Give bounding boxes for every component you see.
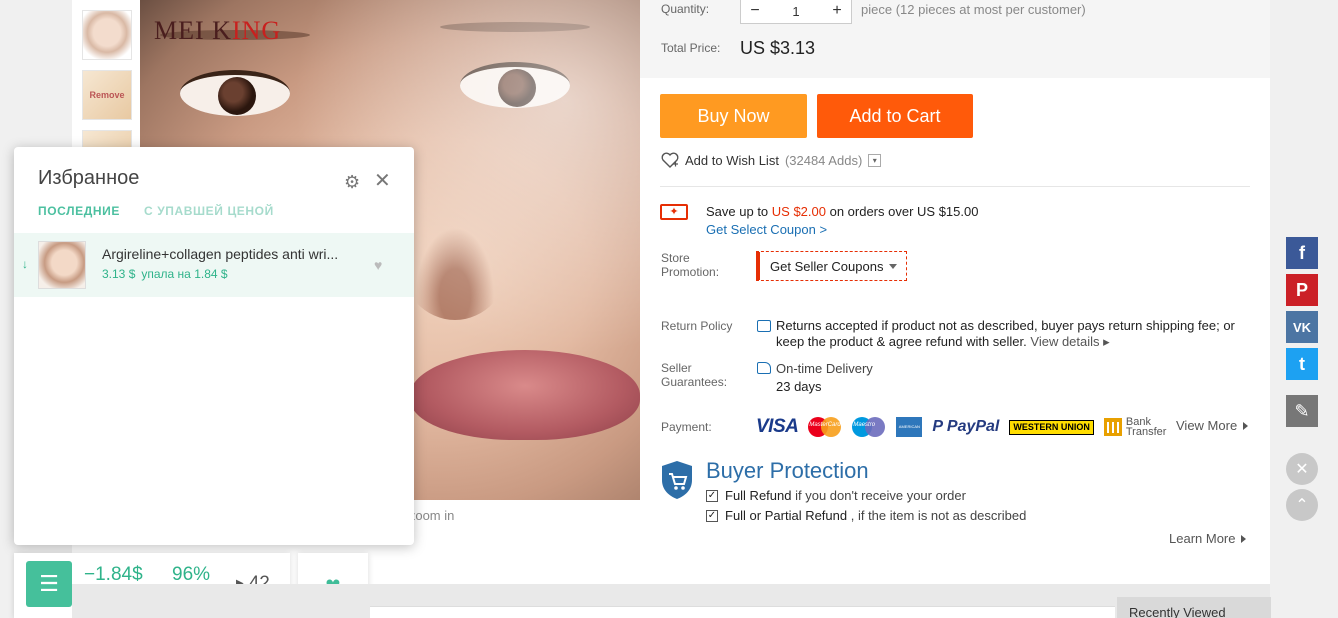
chevron-down-icon[interactable]: ▾	[868, 153, 882, 167]
list-icon: ☰	[26, 561, 72, 607]
shield-icon	[662, 461, 692, 499]
edit-icon[interactable]: ✎	[1286, 395, 1318, 427]
thumbnail-label: Remove	[83, 71, 131, 119]
rating-percent: 96%	[172, 564, 211, 585]
tab-price-drop[interactable]: С УПАВШЕЙ ЦЕНОЙ	[144, 204, 274, 218]
facebook-share-icon[interactable]: f	[1286, 237, 1318, 269]
arrow-down-icon: ↓	[22, 257, 28, 271]
price-change: −1.84$	[84, 564, 143, 585]
close-icon[interactable]: ✕	[1286, 453, 1318, 485]
checkmark-icon: ✓	[706, 489, 718, 502]
checkmark-icon: ✓	[706, 509, 718, 522]
wishlist-link[interactable]: Add to Wish List (32484 Adds) ▾	[661, 152, 882, 168]
thumbnail-1[interactable]	[82, 10, 132, 60]
buy-now-button[interactable]: Buy Now	[660, 94, 807, 138]
caret-down-icon	[889, 263, 898, 269]
buyer-protection-item: ✓ Full Refund if you don't receive your …	[706, 488, 966, 503]
quantity-input[interactable]: 1	[769, 4, 823, 19]
buyer-protection-item: ✓ Full or Partial Refund , if the item i…	[706, 508, 1027, 523]
brand-logo: MEI KING	[154, 16, 282, 45]
visa-logo: VISA	[756, 416, 799, 437]
quantity-note: piece (12 pieces at most per customer)	[861, 2, 1086, 17]
detail-tabs-bar	[370, 606, 1115, 618]
mastercard-logo: MasterCard	[808, 416, 842, 438]
return-policy-label: Return Policy	[661, 319, 733, 333]
return-policy-text: Returns accepted if product not as descr…	[776, 318, 1235, 349]
pinterest-share-icon[interactable]: P	[1286, 274, 1318, 306]
payment-methods: VISA MasterCard Maestro AMERICAN EXPRESS…	[756, 414, 1168, 449]
divider	[660, 186, 1250, 187]
quantity-increase-button[interactable]: +	[823, 2, 851, 20]
caret-right-icon	[1243, 421, 1249, 430]
buyer-protection-title: Buyer Protection	[706, 458, 869, 483]
favorite-thumbnail	[38, 241, 86, 289]
get-seller-coupons-button[interactable]: Get Seller Coupons	[756, 251, 907, 281]
favorites-panel: Избранное ⚙ ✕ ПОСЛЕДНИЕ С УПАВШЕЙ ЦЕНОЙ …	[14, 147, 414, 545]
seller-guarantees-label: Seller Guarantees:	[661, 361, 728, 389]
twitter-share-icon[interactable]: t	[1286, 348, 1318, 380]
western-union-logo: WESTERN UNION	[1009, 419, 1094, 435]
delivery-info: On-time Delivery 23 days	[776, 361, 873, 394]
caret-right-icon	[1241, 534, 1247, 543]
coupon-icon: ✦	[660, 204, 688, 220]
add-to-cart-button[interactable]: Add to Cart	[817, 94, 973, 138]
truck-icon	[757, 362, 771, 374]
tab-recent[interactable]: ПОСЛЕДНИЕ	[38, 204, 120, 218]
heart-icon	[661, 152, 679, 168]
amex-logo: AMERICAN EXPRESS	[896, 417, 923, 449]
favorites-title: Избранное	[38, 167, 140, 189]
wishlist-count: (32484 Adds)	[784, 152, 863, 168]
get-coupon-link[interactable]: Get Select Coupon >	[706, 222, 827, 237]
close-icon[interactable]: ✕	[374, 168, 391, 193]
total-price-label: Total Price:	[661, 41, 721, 55]
favorite-name: Argireline+collagen peptides anti wri...	[102, 246, 339, 262]
payment-label: Payment:	[661, 420, 712, 434]
return-policy-icon	[757, 320, 771, 332]
learn-more-link[interactable]: Learn More	[1169, 531, 1247, 546]
favorite-price: 3.13 $ упала на 1.84 $	[102, 267, 228, 281]
vk-share-icon[interactable]: VK	[1286, 311, 1318, 343]
quantity-decrease-button[interactable]: −	[741, 2, 769, 20]
store-promotion-label: Store Promotion:	[661, 251, 720, 279]
bank-transfer-logo: Bank Transfer	[1103, 417, 1168, 438]
wishlist-label: Add to Wish List	[685, 152, 779, 168]
maestro-logo: Maestro	[852, 416, 886, 438]
unfavorite-icon[interactable]: ♥	[374, 257, 382, 273]
paypal-logo: P PayPal	[932, 418, 1000, 435]
favorite-item[interactable]: ↓ Argireline+collagen peptides anti wri.…	[14, 233, 414, 297]
payment-view-more-link[interactable]: View More	[1176, 418, 1249, 433]
get-seller-coupons-label: Get Seller Coupons	[770, 258, 884, 274]
view-details-link[interactable]: View details ▸	[1030, 334, 1109, 349]
scroll-top-icon[interactable]: ⌃	[1286, 489, 1318, 521]
thumbnail-2[interactable]: Remove	[82, 70, 132, 120]
total-price: US $3.13	[740, 38, 816, 58]
quantity-stepper[interactable]: − 1 +	[740, 0, 852, 24]
gear-icon[interactable]: ⚙	[344, 172, 360, 193]
coupon-offer: Save up to US $2.00 on orders over US $1…	[706, 204, 979, 219]
quantity-label: Quantity:	[661, 2, 710, 16]
thumbnail-image	[83, 11, 131, 59]
recently-viewed-tab[interactable]: Recently Viewed	[1117, 597, 1271, 618]
